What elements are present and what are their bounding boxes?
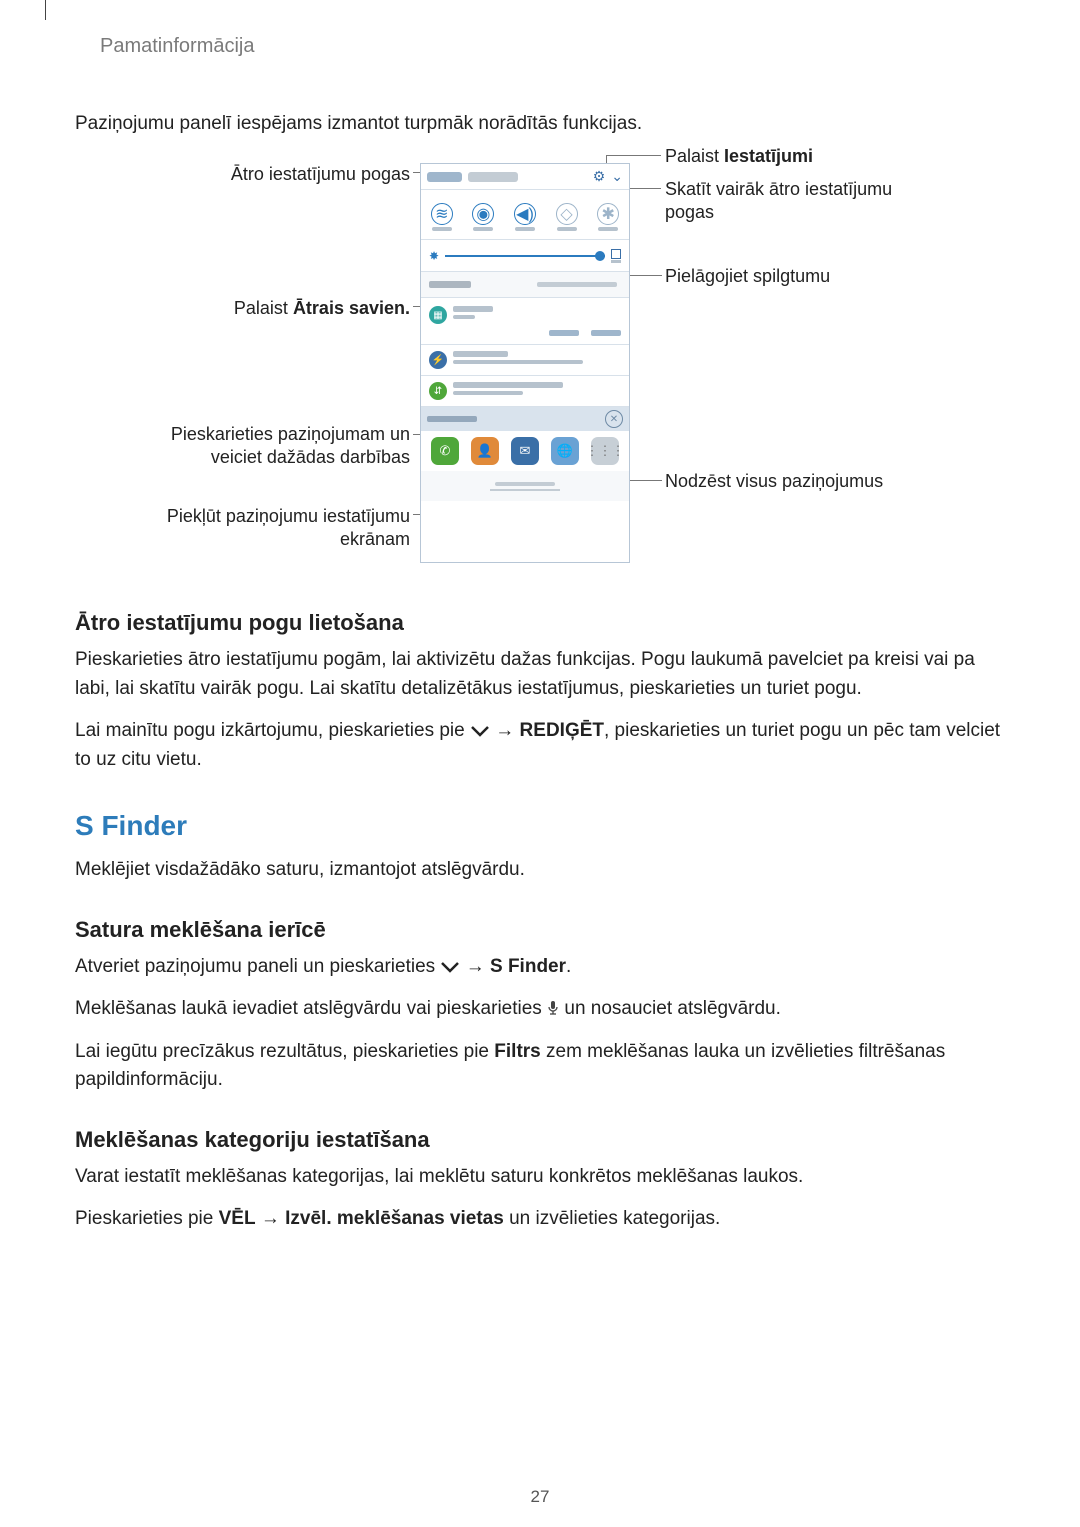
callout-view-more-buttons: Skatīt vairāk ātro iestatījumu pogas: [665, 178, 945, 225]
callout-notification-settings: Piekļūt paziņojumu iestatījumu ekrānam: [120, 505, 410, 552]
notification-card[interactable]: ▦: [421, 298, 629, 345]
paragraph: Pieskarieties ātro iestatījumu pogām, la…: [75, 646, 1005, 703]
calendar-icon: ▦: [429, 306, 447, 324]
text-bold: Izvēl. meklēšanas vietas: [285, 1208, 504, 1229]
heading-search-categories: Meklēšanas kategoriju iestatīšana: [75, 1127, 1010, 1153]
text-bold: S Finder: [490, 956, 566, 977]
callout-text: Piekļūt paziņojumu iestatījumu ekrānam: [167, 506, 410, 549]
paragraph: Varat iestatīt meklēšanas kategorijas, l…: [75, 1163, 1005, 1192]
quick-connect-row[interactable]: [421, 272, 629, 298]
text-bold: Filtrs: [494, 1041, 540, 1062]
callout-launch-settings: Palaist Iestatījumi: [665, 145, 813, 168]
text-run: Meklēšanas laukā ievadiet atslēgvārdu va…: [75, 998, 547, 1019]
chevron-down-icon: [440, 955, 460, 969]
dock-row: ✆ 👤 ✉ 🌐 ⋮⋮⋮: [421, 431, 629, 471]
notif-settings-label-blur[interactable]: [427, 416, 477, 422]
leader-line: [630, 275, 662, 276]
chevron-down-icon[interactable]: ⌄: [611, 168, 623, 185]
qs-wifi[interactable]: ≋: [431, 203, 453, 231]
brightness-slider[interactable]: [445, 255, 605, 257]
paragraph: Atveriet paziņojumu paneli un pieskariet…: [75, 953, 1005, 982]
emergency-row[interactable]: [421, 471, 629, 501]
heading-s-finder: S Finder: [75, 810, 1010, 842]
notification-action[interactable]: [549, 330, 579, 336]
text-run: .: [566, 956, 571, 977]
clear-all-icon[interactable]: ✕: [605, 410, 623, 428]
text-run: un nosauciet atslēgvārdu.: [559, 998, 781, 1019]
callout-text: Palaist: [665, 146, 724, 166]
callout-text: Ātro iestatījumu pogas: [231, 164, 410, 184]
brightness-auto[interactable]: [611, 249, 621, 263]
callout-text: Skatīt vairāk ātro iestatījumu pogas: [665, 179, 892, 222]
gear-icon[interactable]: ⚙: [593, 168, 606, 185]
status-time-blur: [427, 172, 462, 182]
callout-text-bold: Iestatījumi: [724, 146, 813, 166]
annotated-diagram: Ātro iestatījumu pogas Palaist Ātrais sa…: [70, 153, 1010, 578]
notification-action[interactable]: [591, 330, 621, 336]
paragraph: Lai mainītu pogu izkārtojumu, pieskariet…: [75, 717, 1005, 774]
text-bold: VĒL: [219, 1208, 256, 1229]
text-run: →: [460, 956, 490, 977]
text-run: Pieskarieties pie: [75, 1208, 219, 1229]
callout-text: Pieskarieties paziņojumam un veiciet daž…: [171, 424, 410, 467]
paragraph: Pieskarieties pie VĒL → Izvēl. meklēšana…: [75, 1205, 1005, 1234]
leader-line: [630, 480, 662, 481]
callout-clear-notifications: Nodzēst visus paziņojumus: [665, 470, 883, 493]
apps-grid-icon[interactable]: ⋮⋮⋮: [591, 437, 619, 465]
status-row: ⚙ ⌄: [421, 164, 629, 190]
callout-touch-notification: Pieskarieties paziņojumam un veiciet daž…: [120, 423, 410, 470]
paragraph: Lai iegūtu precīzākus rezultātus, pieska…: [75, 1038, 1005, 1095]
heading-search-device: Satura meklēšana ierīcē: [75, 917, 1010, 943]
breadcrumb: Pamatinformācija: [100, 35, 1010, 58]
leader-line: [413, 306, 420, 307]
callout-quick-settings-buttons: Ātro iestatījumu pogas: [180, 163, 410, 186]
qs-sound[interactable]: ◀): [514, 203, 536, 231]
quick-settings-row: ≋ ◉ ◀) ◇ ✱: [421, 190, 629, 240]
page-number: 27: [0, 1487, 1080, 1507]
header-marker: [45, 0, 46, 20]
callout-text: Nodzēst visus paziņojumus: [665, 471, 883, 491]
notification-actions: [429, 330, 621, 336]
intro-text: Paziņojumu panelī iespējams izmantot tur…: [75, 113, 1010, 135]
notification-card[interactable]: ⚡: [421, 345, 629, 376]
brightness-row[interactable]: ✸: [421, 240, 629, 272]
usb-icon: ⇵: [429, 382, 447, 400]
mic-icon: [547, 997, 559, 1013]
phone-screenshot: ⚙ ⌄ ≋ ◉ ◀) ◇ ✱ ✸ ▦: [420, 163, 630, 563]
qs-autorotate[interactable]: ◇: [556, 203, 578, 231]
text-run: →: [256, 1208, 286, 1229]
text-run: Lai iegūtu precīzākus rezultātus, pieska…: [75, 1041, 494, 1062]
callout-text: Palaist: [234, 298, 293, 318]
chevron-down-icon: [470, 719, 490, 733]
leader-line: [628, 188, 661, 189]
quick-connect-label-blur: [429, 281, 471, 288]
callout-text-bold: Ātrais savien.: [293, 298, 410, 318]
leader-line: [413, 434, 420, 435]
leader-line: [606, 155, 661, 156]
paragraph: Meklējiet visdažādāko saturu, izmantojot…: [75, 856, 1005, 885]
text-bold: REDIĢĒT: [520, 720, 604, 741]
text-run: un izvēlieties kategorijas.: [504, 1208, 721, 1229]
brightness-icon: ✸: [429, 249, 439, 263]
callout-brightness: Pielāgojiet spilgtumu: [665, 265, 830, 288]
text-run: Atveriet paziņojumu paneli un pieskariet…: [75, 956, 440, 977]
contacts-app-icon[interactable]: 👤: [471, 437, 499, 465]
quick-connect-hint-blur: [537, 282, 617, 287]
notification-card[interactable]: ⇵: [421, 376, 629, 407]
leader-line: [413, 514, 420, 515]
notif-settings-row: ✕: [421, 407, 629, 431]
callout-quick-connect: Palaist Ātrais savien.: [200, 297, 410, 320]
text-run: →: [490, 720, 520, 741]
status-date-blur: [468, 172, 518, 182]
paragraph: Meklēšanas laukā ievadiet atslēgvārdu va…: [75, 995, 1005, 1024]
heading-quick-settings-usage: Ātro iestatījumu pogu lietošana: [75, 610, 1010, 636]
text-run: Lai mainītu pogu izkārtojumu, pieskariet…: [75, 720, 470, 741]
messages-app-icon[interactable]: ✉: [511, 437, 539, 465]
charging-icon: ⚡: [429, 351, 447, 369]
qs-bluetooth[interactable]: ✱: [597, 203, 619, 231]
browser-app-icon[interactable]: 🌐: [551, 437, 579, 465]
callout-text: Pielāgojiet spilgtumu: [665, 266, 830, 286]
qs-location[interactable]: ◉: [472, 203, 494, 231]
phone-app-icon[interactable]: ✆: [431, 437, 459, 465]
